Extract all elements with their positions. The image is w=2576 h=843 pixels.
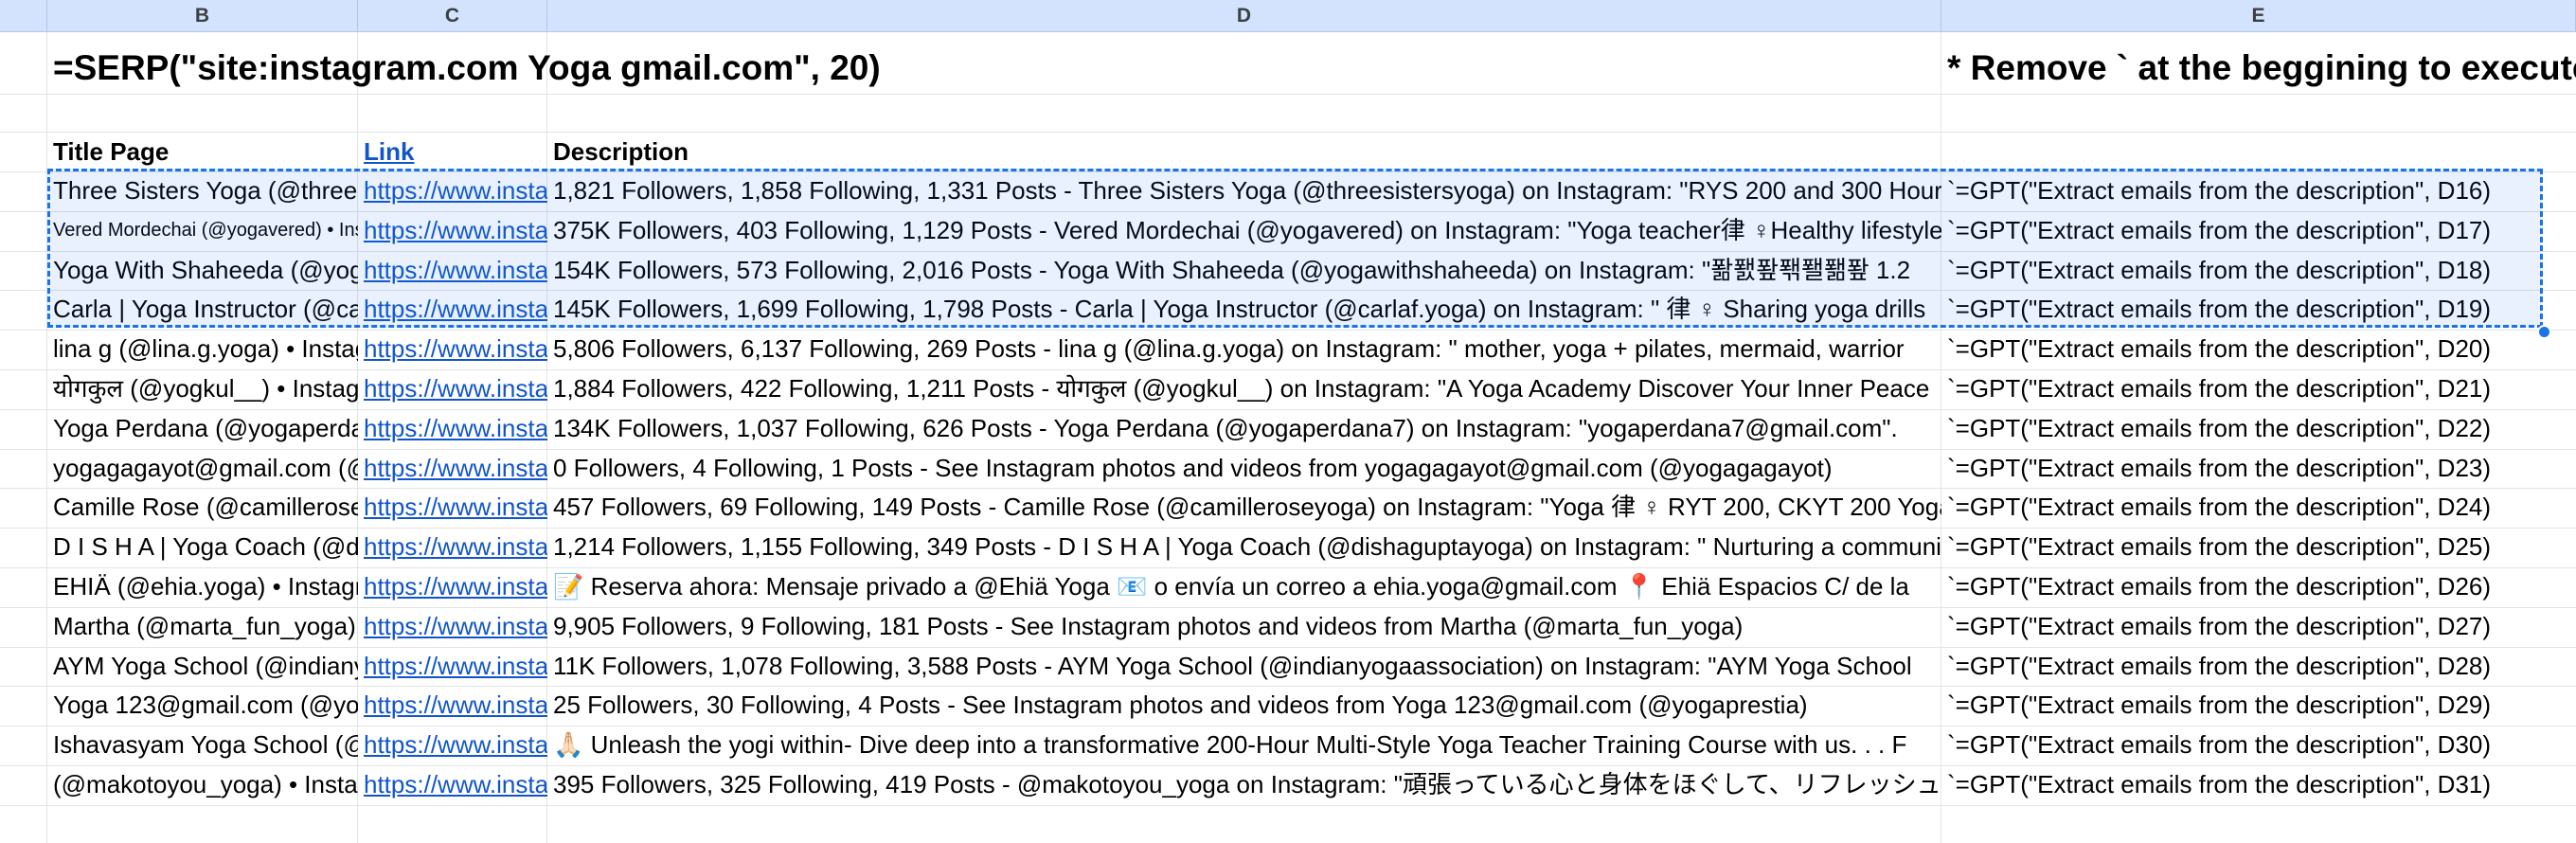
gpt-formula-cell[interactable]: `=GPT("Extract emails from the descripti… (1941, 488, 2576, 527)
description-cell[interactable]: 11K Followers, 1,078 Following, 3,588 Po… (547, 647, 1941, 686)
serp-formula-cell[interactable]: =SERP("site:instagram.com Yoga gmail.com… (47, 42, 881, 95)
description-cell[interactable]: 25 Followers, 30 Following, 4 Posts - Se… (547, 686, 1941, 725)
gpt-formula-cell[interactable]: `=GPT("Extract emails from the descripti… (1941, 607, 2576, 646)
title-cell[interactable]: D I S H A | Yoga Coach (@dishaguptayoga)… (47, 528, 358, 566)
link-cell[interactable]: https://www.instagram.com/yogkul__/ (358, 369, 547, 408)
gpt-formula-cell[interactable]: `=GPT("Extract emails from the descripti… (1941, 567, 2576, 606)
description-cell[interactable]: 457 Followers, 69 Following, 149 Posts -… (547, 488, 1941, 527)
title-cell[interactable]: Camille Rose (@camilleroseyoga) • Instag… (47, 488, 358, 527)
description-cell[interactable]: 📝 Reserva ahora: Mensaje privado a @Ehiä… (547, 567, 1941, 606)
description-cell[interactable]: 0 Followers, 4 Following, 1 Posts - See … (547, 449, 1941, 488)
description-cell[interactable]: 395 Followers, 325 Following, 419 Posts … (547, 765, 1941, 804)
title-cell[interactable]: lina g (@lina.g.yoga) • Instagram photos… (47, 330, 358, 368)
title-cell[interactable]: yogagagayot@gmail.com (@yogagagayot) • I… (47, 449, 358, 488)
gpt-formula-cell[interactable]: `=GPT("Extract emails from the descripti… (1941, 726, 2576, 764)
description-cell[interactable]: 5,806 Followers, 6,137 Following, 269 Po… (547, 330, 1941, 368)
link-cell[interactable]: https://www.instagram.com/yogaprestia/ (358, 686, 547, 725)
column-header-b[interactable]: B (47, 0, 358, 32)
gpt-formula-cell[interactable]: `=GPT("Extract emails from the descripti… (1941, 409, 2576, 448)
header-link[interactable]: Link (358, 133, 547, 171)
link-cell[interactable]: https://www.instagram.com/yogagagayot/ (358, 449, 547, 488)
gpt-formula-cell[interactable]: `=GPT("Extract emails from the descripti… (1941, 449, 2576, 488)
title-cell[interactable]: AYM Yoga School (@indianyogaassociation)… (47, 647, 358, 686)
header-title-page[interactable]: Title Page (47, 133, 358, 171)
column-header-a[interactable] (0, 0, 47, 32)
column-header-d[interactable]: D (547, 0, 1941, 32)
gpt-formula-cell[interactable]: `=GPT("Extract emails from the descripti… (1941, 686, 2576, 725)
fill-handle[interactable] (2537, 325, 2551, 339)
link-cell[interactable]: https://www.instagram.com/makotoyou_yoga… (358, 765, 547, 804)
spreadsheet-grid[interactable]: B C D E =SERP("site:instagram.com Yoga g… (0, 0, 2576, 843)
link-cell[interactable]: https://www.instagram.com/lina.g.yoga/ (358, 330, 547, 368)
description-cell[interactable]: 1,214 Followers, 1,155 Following, 349 Po… (547, 528, 1941, 566)
title-cell[interactable]: योगकुल (@yogkul__) • Instagram photos an… (47, 369, 358, 408)
link-cell[interactable]: https://www.instagram.com/indianyogaasso… (358, 647, 547, 686)
instruction-note-cell[interactable]: * Remove ` at the beggining to execute (1941, 42, 2576, 95)
link-cell[interactable]: https://www.instagram.com/ishavasyamyoga… (358, 726, 547, 764)
description-cell[interactable]: 134K Followers, 1,037 Following, 626 Pos… (547, 409, 1941, 448)
column-header-e[interactable]: E (1941, 0, 2576, 32)
gpt-formula-cell[interactable]: `=GPT("Extract emails from the descripti… (1941, 369, 2576, 408)
gpt-formula-cell[interactable]: `=GPT("Extract emails from the descripti… (1941, 647, 2576, 686)
header-description[interactable]: Description (547, 133, 1941, 171)
link-cell[interactable]: https://www.instagram.com/ehia.yoga/ (358, 567, 547, 606)
link-cell[interactable]: https://www.instagram.com/dishaguptayoga… (358, 528, 547, 566)
title-cell[interactable]: Ishavasyam Yoga School (@ishavasyamyoga)… (47, 726, 358, 764)
gpt-formula-cell[interactable]: `=GPT("Extract emails from the descripti… (1941, 765, 2576, 804)
title-cell[interactable]: (@makotoyou_yoga) • Instagram photos and… (47, 765, 358, 804)
gpt-formula-cell[interactable]: `=GPT("Extract emails from the descripti… (1941, 330, 2576, 368)
description-cell[interactable]: 1,884 Followers, 422 Following, 1,211 Po… (547, 369, 1941, 408)
title-cell[interactable]: EHIÄ (@ehia.yoga) • Instagram photos and… (47, 567, 358, 606)
title-cell[interactable]: Martha (@marta_fun_yoga) • Instagram pho… (47, 607, 358, 646)
link-cell[interactable]: https://www.instagram.com/camilleroseyog… (358, 488, 547, 527)
column-header-c[interactable]: C (358, 0, 547, 32)
link-cell[interactable]: https://www.instagram.com/yogaperdana7/ (358, 409, 547, 448)
grid-line (0, 805, 2576, 806)
title-cell[interactable]: Yoga 123@gmail.com (@yogaprestia) • Inst… (47, 686, 358, 725)
description-cell[interactable]: 9,905 Followers, 9 Following, 181 Posts … (547, 607, 1941, 646)
title-cell[interactable]: Yoga Perdana (@yogaperdana7) • Instagram… (47, 409, 358, 448)
selection-range (47, 169, 2543, 328)
link-cell[interactable]: https://www.instagram.com/marta_fun_yoga… (358, 607, 547, 646)
description-cell[interactable]: 🙏🏻 Unleash the yogi within- Dive deep in… (547, 726, 1941, 764)
gpt-formula-cell[interactable]: `=GPT("Extract emails from the descripti… (1941, 528, 2576, 566)
